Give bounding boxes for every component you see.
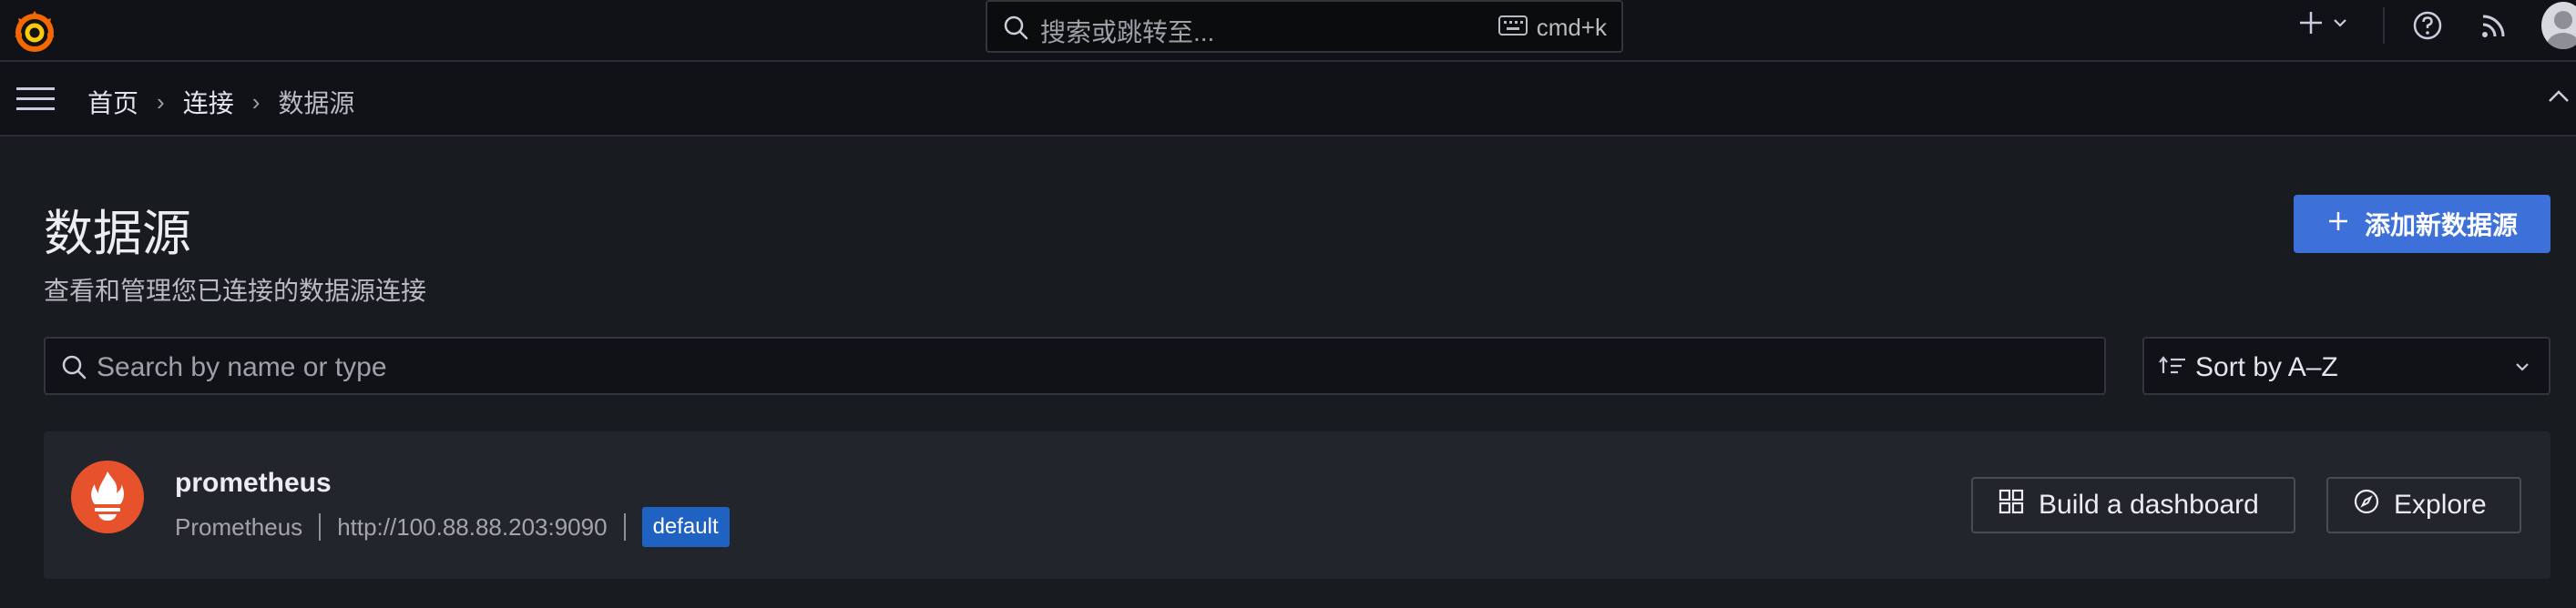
search-placeholder: 搜索或跳转至... (1040, 18, 1215, 46)
page-title: 数据源 (44, 207, 191, 261)
new-menu-button[interactable] (2297, 9, 2348, 41)
sort-label: Sort by A–Z (2195, 352, 2338, 382)
breadcrumb-home[interactable]: 首页 (87, 84, 138, 120)
shortcut-hint: cmd+k (1498, 14, 1607, 42)
breadcrumb-bar: 首页 › 连接 › 数据源 (0, 62, 2576, 137)
grafana-logo-icon[interactable] (9, 5, 60, 56)
divider (2383, 7, 2385, 44)
page-subtitle: 查看和管理您已连接的数据源连接 (44, 277, 427, 305)
main-content: 数据源 查看和管理您已连接的数据源连接 添加新数据源 Search by nam… (0, 137, 2576, 608)
sort-icon (2159, 355, 2186, 381)
help-button[interactable] (2412, 10, 2443, 46)
chevron-down-icon (2514, 359, 2530, 380)
chevron-right-icon: › (157, 87, 165, 116)
datasource-meta: Prometheus http://100.88.88.203:9090 def… (175, 506, 730, 548)
menu-icon (16, 87, 55, 117)
breadcrumb: 首页 › 连接 › 数据源 (87, 84, 354, 120)
search-icon (60, 353, 87, 385)
search-icon (1002, 14, 1029, 46)
chevron-down-icon (2332, 15, 2348, 35)
help-icon (2412, 11, 2443, 45)
chevron-right-icon: › (251, 87, 261, 116)
add-datasource-button[interactable]: 添加新数据源 (2294, 195, 2550, 253)
divider (319, 513, 322, 541)
default-badge: default (641, 507, 730, 547)
rss-icon (2479, 15, 2509, 44)
collapse-button[interactable] (2547, 87, 2571, 110)
breadcrumb-datasources: 数据源 (278, 89, 355, 117)
dashboard-grid-icon (1998, 489, 2024, 522)
top-bar: 搜索或跳转至... cmd+k (0, 0, 2576, 62)
search-placeholder: Search by name or type (97, 352, 387, 382)
shortcut-text: cmd+k (1536, 14, 1607, 41)
divider (623, 513, 626, 541)
global-search-input[interactable]: 搜索或跳转至... cmd+k (986, 0, 1623, 53)
chevron-up-icon (2547, 90, 2571, 109)
prometheus-logo-icon (71, 461, 144, 533)
datasource-url: http://100.88.88.203:9090 (337, 512, 608, 541)
sort-select[interactable]: Sort by A–Z (2142, 337, 2550, 395)
breadcrumb-connections[interactable]: 连接 (183, 84, 234, 120)
add-datasource-label: 添加新数据源 (2364, 211, 2518, 239)
datasource-type: Prometheus (175, 512, 303, 541)
build-dashboard-label: Build a dashboard (2039, 490, 2259, 520)
menu-button[interactable] (16, 86, 55, 117)
avatar[interactable] (2541, 2, 2576, 49)
datasource-card[interactable]: prometheus Prometheus http://100.88.88.2… (44, 431, 2550, 579)
plus-icon (2297, 9, 2325, 41)
plus-icon (2326, 209, 2350, 239)
explore-label: Explore (2394, 490, 2487, 520)
datasource-search-input[interactable]: Search by name or type (44, 337, 2106, 395)
keyboard-icon (1498, 14, 1528, 42)
news-button[interactable] (2479, 11, 2509, 45)
build-dashboard-button[interactable]: Build a dashboard (1971, 477, 2295, 533)
explore-button[interactable]: Explore (2326, 477, 2521, 533)
datasource-name[interactable]: prometheus (175, 468, 332, 499)
compass-icon (2354, 489, 2379, 522)
